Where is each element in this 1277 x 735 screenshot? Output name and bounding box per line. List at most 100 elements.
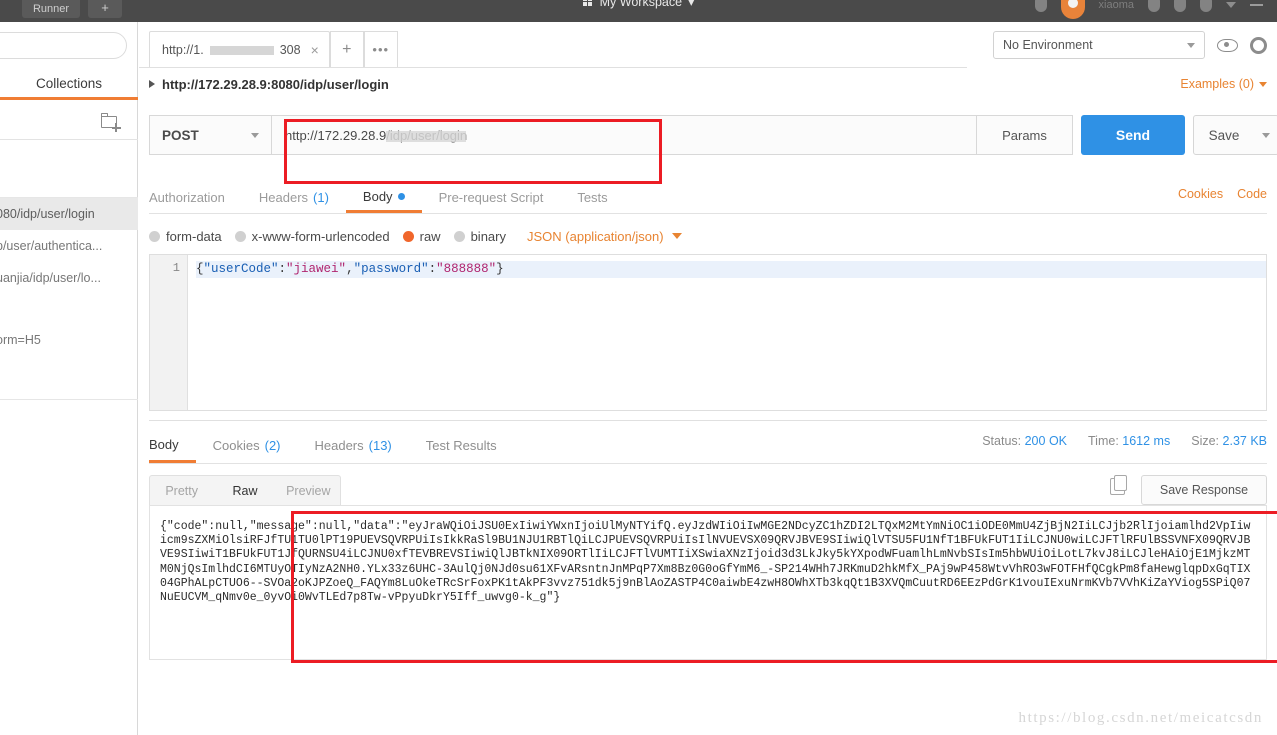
sync-icon[interactable] (1148, 0, 1160, 12)
bell-icon[interactable] (1200, 0, 1212, 12)
avatar[interactable] (1060, 0, 1085, 19)
content-type-label: JSON (application/json) (527, 228, 664, 244)
cookies-link[interactable]: Cookies (1178, 187, 1223, 201)
body-type-options: form-data x-www-form-urlencoded raw bina… (149, 222, 682, 250)
tab-label: Cookies (212, 438, 260, 453)
postman-window: Runner + My Workspace ▾ xiaoma Collectio… (0, 0, 1277, 735)
http-method-label: POST (162, 127, 199, 143)
close-icon[interactable]: × (311, 42, 319, 58)
list-item[interactable]: 080/idp/user/login (0, 198, 138, 230)
status-value: 200 OK (1024, 434, 1067, 448)
url-prefix: http:// (285, 127, 318, 143)
code-area[interactable]: {"userCode":"jiawei","password":"888888"… (188, 255, 1266, 410)
content-type-select[interactable]: JSON (application/json) (527, 229, 682, 244)
tab-label: Body (362, 188, 393, 204)
code-link[interactable]: Code (1237, 187, 1267, 201)
request-body-editor[interactable]: 1 {"userCode":"jiawei","password":"88888… (149, 254, 1267, 411)
examples-link[interactable]: Examples (0) (1180, 72, 1267, 96)
radio-label: form-data (166, 228, 222, 244)
breadcrumb[interactable]: http://172.29.28.9:8080/idp/user/login (149, 72, 389, 96)
radio-x-www-form-urlencoded[interactable]: x-www-form-urlencoded (234, 229, 390, 244)
new-tab-button[interactable]: + (329, 31, 364, 67)
line-number-gutter: 1 (150, 255, 188, 410)
more-options-button[interactable]: ••• (363, 31, 398, 67)
request-tab[interactable]: http://1. 308 × (149, 31, 330, 67)
main-panel: http://1. 308 × + ••• No Environment htt… (139, 22, 1277, 735)
response-tab-headers[interactable]: Headers (13) (298, 428, 409, 463)
modified-dot-icon (397, 192, 405, 200)
view-mode-pretty[interactable]: Pretty (150, 484, 213, 498)
response-tab-test-results[interactable]: Test Results (409, 428, 514, 463)
response-status-line: Status: 200 OK Time: 1612 ms Size: 2.37 … (982, 434, 1267, 448)
time-value: 1612 ms (1122, 434, 1171, 448)
list-spacer (0, 356, 138, 400)
tab-count: (13) (368, 438, 392, 453)
copy-icon[interactable] (1110, 475, 1127, 495)
response-tab-body[interactable]: Body (149, 428, 196, 463)
request-tab-label-suffix: 308 (279, 42, 301, 57)
sidebar-tab-collections[interactable]: Collections (0, 70, 138, 100)
chevron-down-icon[interactable] (1226, 2, 1236, 8)
radio-binary[interactable]: binary (453, 229, 506, 244)
minimize-icon[interactable] (1250, 4, 1263, 6)
line-number: 1 (172, 261, 180, 275)
url-row: POST http://172.29.28.9/idp/user/login P… (149, 102, 1277, 160)
topbar-right-group: xiaoma (1034, 0, 1263, 19)
view-mode-preview[interactable]: Preview (277, 484, 340, 498)
time-group: Time: 1612 ms (1088, 434, 1170, 448)
collection-group-header[interactable] (0, 140, 138, 198)
tab-label: Body (149, 436, 179, 452)
search-input[interactable] (0, 32, 127, 59)
workspace-caret-icon: ▾ (688, 0, 695, 9)
status-group: Status: 200 OK (982, 434, 1067, 448)
tab-tests[interactable]: Tests (560, 182, 624, 213)
url-host: 172.29.28.9 (317, 127, 387, 143)
response-separator (149, 463, 1267, 464)
list-item-label: 080/idp/user/login (0, 207, 95, 221)
time-label: Time: (1088, 434, 1119, 448)
gear-icon[interactable] (1250, 36, 1267, 54)
chevron-down-icon (671, 233, 682, 239)
folder-plus-icon[interactable] (101, 112, 121, 132)
list-item[interactable]: orm=H5 (0, 324, 138, 356)
chevron-down-icon (251, 132, 259, 138)
tab-label: Headers (314, 438, 364, 453)
chevron-down-icon (1262, 132, 1270, 138)
tab-label: Authorization (149, 190, 225, 205)
tab-pre-request-script[interactable]: Pre-request Script (422, 182, 561, 213)
view-mode-raw[interactable]: Raw (213, 484, 276, 498)
params-button[interactable]: Params (977, 115, 1073, 155)
environment-selected-label: No Environment (1003, 38, 1093, 52)
size-group: Size: 2.37 KB (1191, 434, 1267, 448)
eye-icon[interactable] (1217, 38, 1238, 52)
response-tab-cookies[interactable]: Cookies (2) (196, 428, 298, 463)
tab-body[interactable]: Body (345, 182, 422, 213)
list-item[interactable]: p/user/authentica... (0, 230, 138, 262)
redacted-block (209, 46, 274, 55)
response-divider (149, 420, 1267, 421)
save-button[interactable]: Save (1193, 115, 1255, 155)
code-line: {"userCode":"jiawei","password":"888888"… (196, 261, 1266, 278)
radio-form-data[interactable]: form-data (149, 229, 222, 244)
http-method-select[interactable]: POST (149, 115, 271, 155)
sidebar-tab-label: Collections (35, 76, 103, 91)
chevron-down-icon (1187, 42, 1195, 48)
watermark: https://blog.csdn.net/meicatcsdn (1018, 710, 1263, 726)
invite-icon[interactable] (1034, 0, 1047, 12)
list-item-label: orm=H5 (0, 333, 41, 347)
send-button[interactable]: Send (1081, 115, 1185, 155)
request-links: Cookies Code (1178, 187, 1267, 201)
url-input[interactable]: http://172.29.28.9/idp/user/login (271, 115, 977, 155)
comment-icon[interactable] (1174, 0, 1186, 12)
list-item-label: uanjia/idp/user/lo... (0, 271, 101, 285)
environment-select[interactable]: No Environment (993, 31, 1205, 59)
tab-label: Headers (258, 190, 309, 205)
tab-headers[interactable]: Headers (1) (242, 182, 346, 213)
radio-raw[interactable]: raw (402, 229, 441, 244)
save-response-button[interactable]: Save Response (1141, 475, 1267, 505)
response-body-text: {"code":null,"message":null,"data":"eyJr… (149, 505, 1267, 660)
tab-authorization[interactable]: Authorization (149, 182, 242, 213)
save-options-button[interactable] (1254, 115, 1277, 155)
list-item[interactable]: uanjia/idp/user/lo... (0, 262, 138, 294)
